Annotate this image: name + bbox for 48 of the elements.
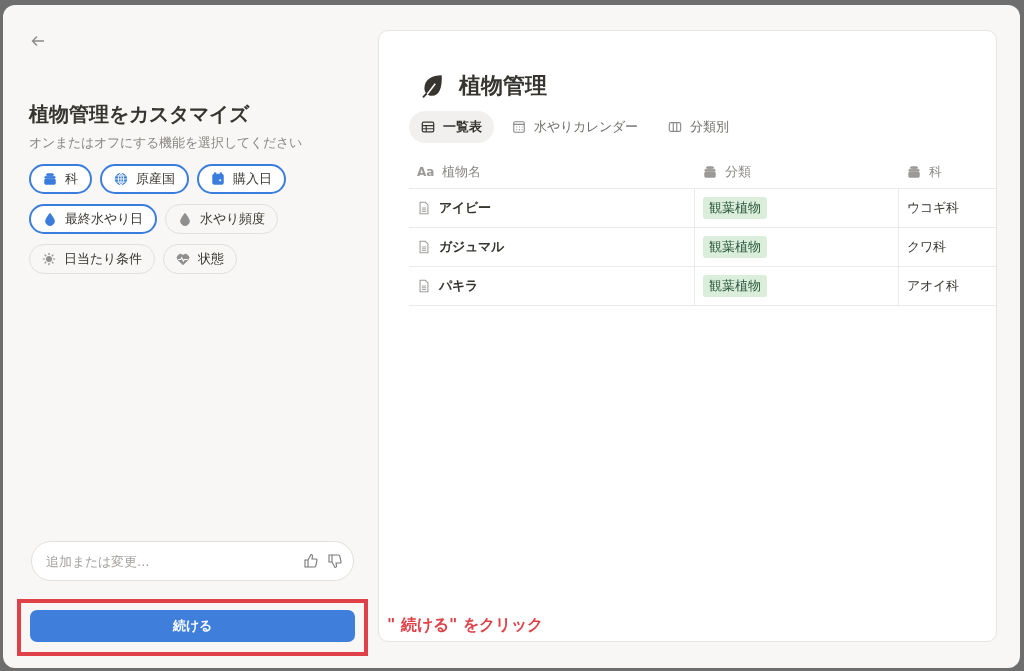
drop-icon	[178, 212, 192, 226]
feature-chip[interactable]: 最終水やり日	[29, 204, 157, 234]
text-type-icon: Aa	[417, 164, 435, 179]
page-title: 植物管理	[459, 72, 547, 100]
calendar-icon	[211, 172, 225, 186]
feature-chip[interactable]: 購入日	[197, 164, 286, 194]
globe-icon	[114, 172, 128, 186]
view-tab[interactable]: 一覧表	[409, 111, 494, 143]
feature-chip[interactable]: 日当たり条件	[29, 244, 155, 274]
page-icon	[417, 201, 431, 215]
page-icon	[417, 279, 431, 293]
sun-icon	[42, 252, 56, 266]
annotation-text: " 続ける" をクリック	[387, 615, 543, 636]
panel-subtitle: オンまたはオフにする機能を選択してください	[29, 134, 303, 152]
column-header: Aa 植物名	[416, 162, 483, 181]
feature-chip[interactable]: 状態	[163, 244, 237, 274]
input-field[interactable]: 追加または変更...	[31, 541, 354, 581]
heart-icon	[176, 252, 190, 266]
column-header: 科	[899, 155, 996, 188]
table-cell: アオイ科	[907, 277, 959, 295]
feature-chip[interactable]: 科	[29, 164, 92, 194]
thumbs-down-icon[interactable]	[327, 553, 343, 569]
text-input[interactable]: 追加または変更...	[44, 552, 303, 570]
table-cell: ウコギ科	[907, 199, 959, 217]
table-cell: クワ科	[907, 238, 946, 256]
view-tab[interactable]: 分類別	[656, 111, 741, 143]
stack-icon	[43, 172, 57, 186]
table-cell: アイビー	[439, 199, 491, 217]
view-tab[interactable]: 水やりカレンダー	[500, 111, 650, 143]
continue-button[interactable]: 続ける	[30, 610, 355, 642]
panel-title: 植物管理をカスタマイズ	[29, 101, 251, 128]
category-tag: 観葉植物	[703, 275, 767, 297]
drop-icon	[43, 212, 57, 226]
category-tag: 観葉植物	[703, 197, 767, 219]
stack-icon	[703, 164, 717, 179]
columns-icon	[668, 120, 682, 134]
category-tag: 観葉植物	[703, 236, 767, 258]
stack-icon	[907, 164, 921, 179]
feature-chip[interactable]: 原産国	[100, 164, 189, 194]
feature-chip[interactable]: 水やり頻度	[165, 204, 278, 234]
table-cell: パキラ	[439, 277, 478, 295]
back-arrow-icon	[30, 33, 46, 49]
page-icon	[417, 240, 431, 254]
column-header: 分類	[695, 155, 899, 188]
table-cell: ガジュマル	[439, 238, 504, 256]
thumbs-up-icon[interactable]	[303, 553, 319, 569]
table-icon	[421, 120, 435, 134]
calendar-icon	[512, 120, 526, 134]
